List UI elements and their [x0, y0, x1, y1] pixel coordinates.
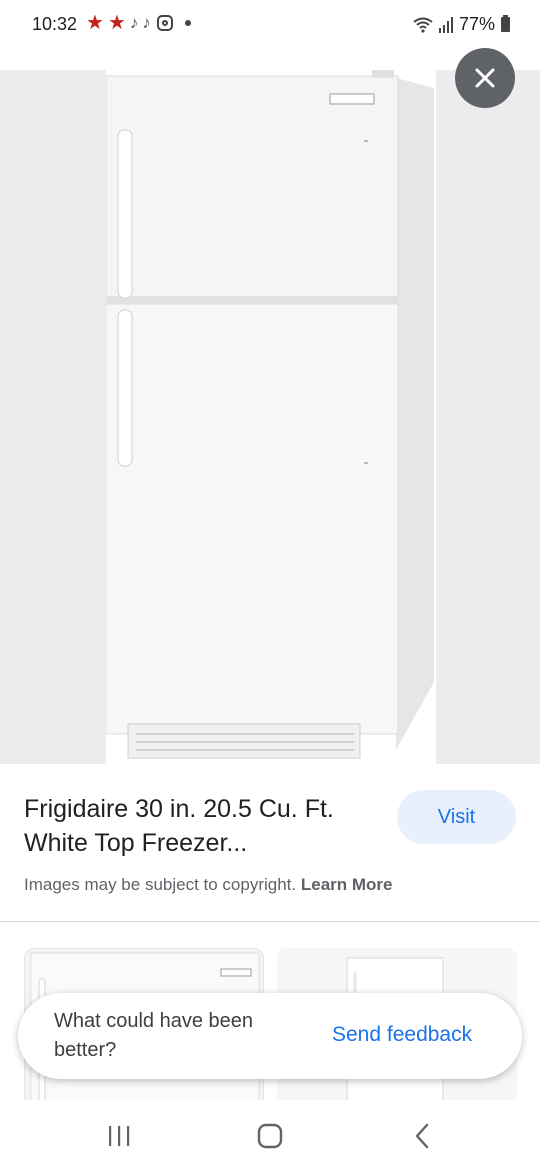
feedback-question: What could have been better? [54, 1010, 254, 1061]
product-title[interactable]: Frigidaire 30 in. 20.5 Cu. Ft. White Top… [24, 792, 374, 860]
battery-percent: 77% [458, 14, 495, 34]
image-info-panel: Frigidaire 30 in. 20.5 Cu. Ft. White Top… [0, 764, 540, 924]
copyright-text: Images may be subject to copyright. [24, 875, 297, 894]
star-icon: ★ [107, 12, 126, 34]
battery-icon [501, 15, 510, 32]
visit-button[interactable]: Visit [397, 790, 516, 844]
refrigerator-image [106, 70, 434, 759]
status-time: 10:32 [32, 14, 78, 34]
product-image[interactable] [106, 70, 436, 764]
recents-button[interactable] [99, 1120, 139, 1152]
more-notifications-icon [184, 20, 191, 26]
system-status: 77% [413, 14, 510, 35]
signal-icon [438, 16, 453, 33]
image-viewer[interactable] [0, 70, 540, 764]
learn-more-link[interactable]: Learn More [301, 875, 393, 894]
home-button[interactable] [250, 1120, 290, 1152]
back-icon [415, 1123, 429, 1149]
wifi-icon [413, 17, 433, 33]
close-button[interactable] [455, 48, 515, 108]
status-bar: 10:32 ★ ★ ♪ ♪ 77% [0, 0, 540, 50]
notification-icons: ★ ★ ♪ ♪ [86, 12, 191, 34]
send-feedback-button[interactable]: Send feedback [332, 1023, 472, 1047]
tiktok-icon: ♪ [142, 13, 151, 32]
back-button[interactable] [402, 1120, 442, 1152]
recents-icon [109, 1126, 130, 1146]
close-icon [475, 68, 495, 88]
feedback-bar: What could have been better? Send feedba… [18, 993, 522, 1079]
copyright-notice: Images may be subject to copyright. Lear… [24, 875, 393, 895]
star-icon: ★ [86, 12, 104, 34]
tiktok-icon: ♪ [129, 13, 139, 32]
navigation-bar [0, 1100, 540, 1170]
home-icon [257, 1123, 283, 1149]
instagram-icon [156, 15, 173, 31]
